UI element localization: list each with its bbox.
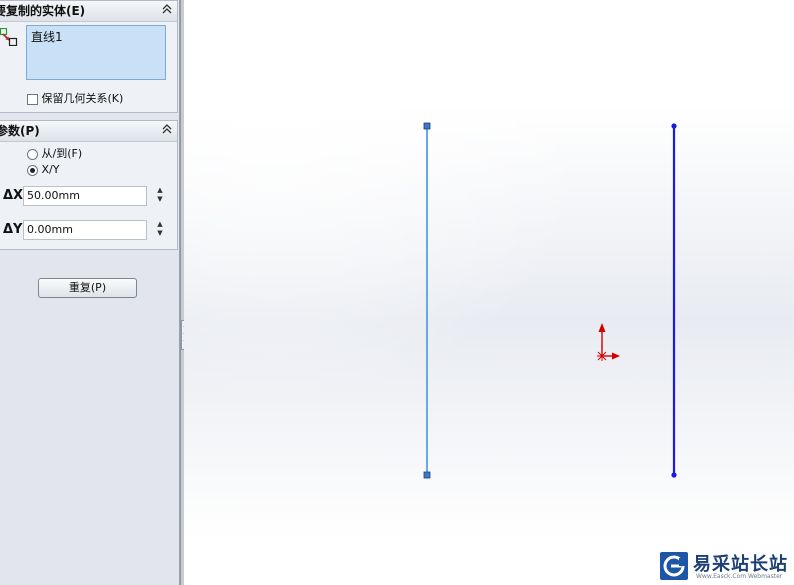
mode-from-to-label: 从/到(F) (41, 147, 83, 160)
mode-xy-label: X/Y (41, 163, 60, 176)
parameters-group-header[interactable]: 参数(P) (0, 121, 177, 142)
mode-from-to-radio[interactable] (27, 148, 38, 160)
delta-y-label: ΔY (3, 222, 23, 237)
spinner-up-icon[interactable]: ▲ (151, 186, 169, 195)
property-manager-panel: 要复制的实体(E) 直线1 保留几何关系(K) 参数(P) 从/到(F) X/Y… (0, 0, 180, 585)
line-endpoint-handle[interactable] (423, 122, 431, 130)
repeat-button[interactable]: 重复(P) (38, 278, 137, 298)
sketch-canvas[interactable] (184, 0, 794, 585)
spinner-up-icon[interactable]: ▲ (151, 220, 169, 229)
parameters-group-title: 参数(P) (0, 124, 40, 138)
mode-xy-radio[interactable] (27, 164, 38, 176)
line-endpoint[interactable] (671, 123, 677, 129)
delta-x-input[interactable]: 50.00mm (23, 186, 147, 206)
line-endpoint[interactable] (671, 472, 677, 478)
sketch-origin-icon (597, 323, 620, 361)
delta-y-spinner[interactable]: ▲ ▼ (151, 220, 169, 240)
keep-relations-row[interactable]: 保留几何关系(K) (27, 90, 123, 106)
entities-to-copy-group: 要复制的实体(E) 直线1 保留几何关系(K) (0, 0, 178, 113)
entity-list-item[interactable]: 直线1 (31, 28, 161, 45)
keep-relations-label: 保留几何关系(K) (41, 92, 124, 105)
delta-x-label: ΔX (3, 188, 24, 203)
line-endpoint-handle[interactable] (423, 471, 431, 479)
graphics-area[interactable] (184, 0, 794, 585)
site-logo-icon (660, 552, 688, 580)
entity-selection-list[interactable]: 直线1 (26, 25, 166, 80)
spinner-down-icon[interactable]: ▼ (151, 229, 169, 238)
mode-from-to-option[interactable]: 从/到(F) (27, 145, 82, 161)
parameters-group: 参数(P) 从/到(F) X/Y ΔX 50.00mm ▲ ▼ ΔY 0.00m… (0, 120, 178, 250)
spinner-down-icon[interactable]: ▼ (151, 195, 169, 204)
watermark-subtext: Www.Easck.Com Webmaster (696, 573, 783, 580)
delta-y-input[interactable]: 0.00mm (23, 220, 147, 240)
delta-x-spinner[interactable]: ▲ ▼ (151, 186, 169, 206)
entities-group-header[interactable]: 要复制的实体(E) (0, 1, 177, 22)
site-watermark: 易采站长站 Www.Easck.Com Webmaster (660, 552, 794, 585)
mode-xy-option[interactable]: X/Y (27, 163, 59, 176)
select-entities-icon (0, 27, 18, 47)
keep-relations-checkbox[interactable] (27, 93, 38, 105)
double-chevron-up-icon[interactable] (161, 4, 173, 16)
entities-group-title: 要复制的实体(E) (0, 4, 86, 18)
double-chevron-up-icon[interactable] (161, 124, 173, 136)
